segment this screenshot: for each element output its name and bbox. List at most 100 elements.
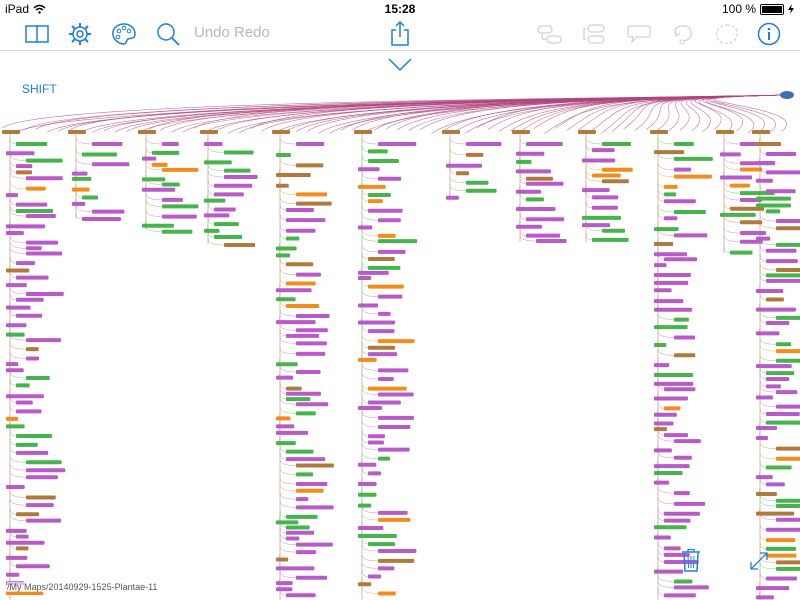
topic-node[interactable] bbox=[766, 377, 790, 382]
topic-node[interactable] bbox=[6, 528, 27, 533]
topic-node[interactable] bbox=[664, 387, 696, 392]
topic-node[interactable] bbox=[16, 564, 50, 569]
topic-node[interactable] bbox=[378, 548, 417, 553]
topic-node[interactable] bbox=[526, 197, 544, 202]
topic-node[interactable] bbox=[674, 142, 694, 146]
topic-node[interactable] bbox=[296, 542, 333, 547]
topic-node[interactable] bbox=[446, 163, 482, 168]
topic-node[interactable] bbox=[756, 142, 782, 146]
topic-node[interactable] bbox=[776, 560, 800, 565]
add-boundary-button[interactable] bbox=[714, 20, 740, 48]
topic-node[interactable] bbox=[92, 142, 123, 146]
topic-node[interactable] bbox=[276, 557, 289, 562]
topic-node[interactable] bbox=[664, 433, 688, 438]
topic-node[interactable] bbox=[224, 150, 254, 155]
add-child-node-button[interactable] bbox=[537, 20, 563, 48]
topic-node[interactable] bbox=[654, 464, 690, 469]
topic-node[interactable] bbox=[214, 222, 239, 227]
topic-node[interactable] bbox=[286, 304, 320, 309]
topic-node[interactable] bbox=[286, 457, 326, 462]
topic-node[interactable] bbox=[776, 446, 800, 451]
topic-node[interactable] bbox=[654, 396, 688, 401]
topic-node[interactable] bbox=[286, 386, 302, 391]
topic-node[interactable] bbox=[740, 167, 763, 172]
topic-node[interactable] bbox=[296, 341, 327, 346]
topic-node[interactable] bbox=[6, 362, 19, 367]
topic-node[interactable] bbox=[276, 246, 297, 251]
topic-node[interactable] bbox=[162, 204, 199, 209]
topic-node[interactable] bbox=[654, 427, 667, 432]
search-button[interactable] bbox=[155, 20, 181, 48]
topic-node[interactable] bbox=[592, 237, 629, 242]
topic-node[interactable] bbox=[358, 503, 372, 508]
topic-node[interactable] bbox=[6, 416, 19, 421]
topic-node[interactable] bbox=[72, 187, 90, 192]
topic-node[interactable] bbox=[358, 184, 386, 189]
topic-node[interactable] bbox=[674, 455, 692, 460]
topic-node[interactable] bbox=[6, 323, 27, 328]
topic-node[interactable] bbox=[756, 475, 773, 480]
topic-node[interactable] bbox=[378, 447, 410, 452]
topic-node[interactable] bbox=[368, 574, 381, 579]
root-node[interactable] bbox=[780, 91, 794, 99]
topic-node[interactable] bbox=[72, 171, 88, 176]
topic-node[interactable] bbox=[368, 159, 399, 164]
topic-node[interactable] bbox=[674, 317, 689, 322]
topic-node[interactable] bbox=[756, 595, 774, 600]
topic-node[interactable] bbox=[776, 226, 800, 231]
topic-node[interactable] bbox=[358, 225, 373, 230]
topic-node[interactable] bbox=[378, 424, 411, 429]
topic-node[interactable] bbox=[720, 175, 753, 180]
topic-node[interactable] bbox=[766, 209, 781, 214]
topic-node[interactable] bbox=[162, 214, 197, 219]
fullscreen-button[interactable] bbox=[749, 551, 769, 576]
topic-node[interactable] bbox=[516, 159, 532, 164]
topic-node[interactable] bbox=[276, 424, 295, 429]
topic-node[interactable] bbox=[6, 283, 27, 288]
topic-node[interactable] bbox=[592, 148, 615, 153]
topic-node[interactable] bbox=[756, 178, 773, 183]
palette-button[interactable] bbox=[110, 20, 138, 48]
topic-node[interactable] bbox=[756, 492, 777, 497]
topic-node[interactable] bbox=[286, 391, 321, 396]
topic-node[interactable] bbox=[82, 216, 122, 221]
topic-node[interactable] bbox=[756, 364, 792, 369]
topic-node[interactable] bbox=[766, 527, 800, 532]
topic-node[interactable] bbox=[6, 268, 30, 273]
topic-node[interactable] bbox=[214, 207, 236, 212]
topic-node[interactable] bbox=[16, 534, 29, 539]
topic-node[interactable] bbox=[674, 335, 696, 340]
topic-node[interactable] bbox=[752, 130, 770, 134]
topic-node[interactable] bbox=[602, 179, 629, 184]
topic-node[interactable] bbox=[276, 173, 311, 178]
topic-node[interactable] bbox=[368, 440, 384, 445]
topic-node[interactable] bbox=[442, 130, 460, 134]
topic-node[interactable] bbox=[650, 130, 668, 134]
topic-node[interactable] bbox=[776, 315, 800, 320]
topic-node[interactable] bbox=[516, 224, 542, 229]
topic-node[interactable] bbox=[776, 218, 800, 223]
topic-node[interactable] bbox=[286, 593, 316, 598]
topic-node[interactable] bbox=[16, 275, 49, 280]
topic-node[interactable] bbox=[286, 228, 316, 233]
topic-node[interactable] bbox=[654, 325, 688, 330]
topic-node[interactable] bbox=[776, 242, 800, 247]
topic-node[interactable] bbox=[664, 593, 696, 598]
topic-node[interactable] bbox=[16, 313, 43, 318]
topic-node[interactable] bbox=[6, 193, 19, 198]
topic-node[interactable] bbox=[378, 339, 415, 344]
collapse-toolbar-button[interactable] bbox=[388, 58, 412, 77]
topic-node[interactable] bbox=[766, 170, 800, 175]
topic-node[interactable] bbox=[16, 202, 48, 207]
topic-node[interactable] bbox=[296, 370, 321, 375]
topic-node[interactable] bbox=[286, 333, 319, 338]
topic-node[interactable] bbox=[368, 329, 395, 334]
topic-node[interactable] bbox=[26, 460, 62, 465]
topic-node[interactable] bbox=[664, 546, 681, 551]
topic-node[interactable] bbox=[378, 566, 395, 571]
topic-node[interactable] bbox=[358, 270, 389, 275]
topic-node[interactable] bbox=[26, 246, 42, 251]
topic-node[interactable] bbox=[654, 471, 683, 476]
topic-node[interactable] bbox=[286, 530, 315, 535]
topic-node[interactable] bbox=[378, 368, 409, 373]
